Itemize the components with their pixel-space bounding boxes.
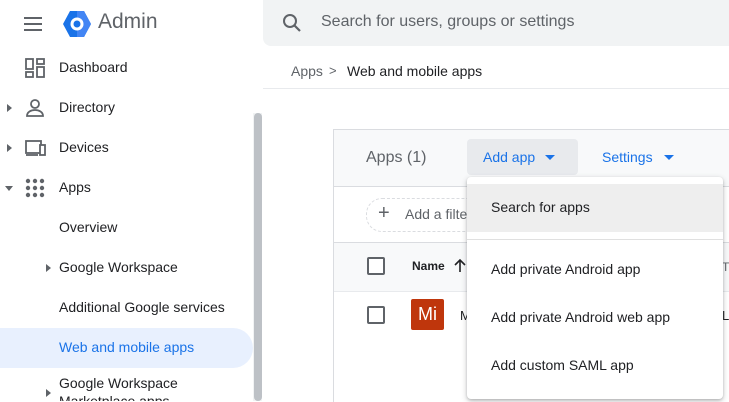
menu-item-label: Add private Android web app: [491, 309, 671, 325]
app-avatar: Mi: [411, 299, 444, 330]
collapse-caret-icon[interactable]: [5, 186, 13, 191]
sidebar-item-label: Google Workspace Marketplace apps: [59, 375, 178, 401]
person-icon: [24, 97, 46, 119]
menu-item-label: Add private Android app: [491, 261, 641, 277]
brand-title[interactable]: Admin: [98, 10, 158, 34]
sidebar-scrollbar[interactable]: [254, 113, 262, 401]
sidebar-item-directory[interactable]: Directory: [0, 88, 253, 128]
menu-item-label: Add custom SAML app: [491, 357, 634, 373]
column-header-type[interactable]: T: [722, 260, 729, 274]
breadcrumb-current: Web and mobile apps: [347, 63, 483, 79]
sidebar-item-web-mobile-apps[interactable]: Web and mobile apps: [0, 328, 253, 368]
sidebar-item-label: Overview: [59, 219, 118, 235]
admin-logo-icon[interactable]: [62, 10, 92, 38]
add-filter-icon[interactable]: +: [378, 203, 390, 223]
breadcrumb-separator: >: [329, 63, 337, 78]
expand-caret-icon[interactable]: [46, 264, 51, 272]
app-type-cell: L: [722, 308, 729, 323]
sidebar-item-label: Additional Google services: [59, 299, 225, 315]
breadcrumb-divider: [263, 88, 729, 89]
search-input[interactable]: Search for users, groups or settings: [321, 13, 574, 31]
add-filter-label[interactable]: Add a filter: [405, 206, 472, 222]
apps-count-title: Apps (1): [366, 149, 427, 166]
expand-caret-icon[interactable]: [7, 144, 12, 152]
row-checkbox[interactable]: [367, 306, 385, 324]
add-app-label[interactable]: Add app: [483, 149, 535, 165]
sidebar-item-devices[interactable]: Devices: [0, 128, 253, 168]
sort-ascending-icon[interactable]: [453, 257, 467, 273]
add-app-dropdown-icon[interactable]: [545, 155, 555, 160]
breadcrumb-apps-link[interactable]: Apps: [291, 63, 323, 79]
sidebar-item-label: Dashboard: [59, 59, 128, 75]
menu-item-search-for-apps[interactable]: Search for apps: [467, 184, 723, 232]
sidebar-item-label: Devices: [59, 139, 109, 155]
devices-icon: [24, 137, 46, 159]
settings-button[interactable]: Settings: [602, 149, 653, 165]
search-icon[interactable]: [281, 12, 303, 34]
sidebar-item-label: Directory: [59, 99, 116, 115]
menu-item-add-private-android-app[interactable]: Add private Android app: [467, 246, 723, 294]
sidebar-item-marketplace-apps[interactable]: Google Workspace Marketplace apps: [0, 370, 253, 401]
column-header-name[interactable]: Name: [412, 259, 445, 273]
menu-divider: [467, 239, 723, 240]
apps-grid-icon: [24, 177, 46, 199]
menu-item-add-custom-saml-app[interactable]: Add custom SAML app: [467, 342, 723, 390]
expand-caret-icon[interactable]: [7, 104, 12, 112]
sidebar-item-dashboard[interactable]: Dashboard: [0, 48, 253, 88]
sidebar-item-overview[interactable]: Overview: [0, 208, 253, 248]
add-app-menu: Search for apps Add private Android app …: [467, 177, 723, 399]
dashboard-icon: [24, 57, 46, 79]
menu-item-label: Search for apps: [491, 199, 590, 215]
settings-dropdown-icon[interactable]: [664, 155, 674, 160]
sidebar-item-label: Web and mobile apps: [59, 339, 195, 355]
sidebar-item-additional-services[interactable]: Additional Google services: [0, 288, 253, 328]
sidebar-item-apps[interactable]: Apps: [0, 168, 253, 208]
menu-item-add-private-android-web-app[interactable]: Add private Android web app: [467, 294, 723, 342]
sidebar-item-label: Apps: [59, 179, 91, 195]
expand-caret-icon[interactable]: [46, 389, 51, 397]
select-all-checkbox[interactable]: [367, 257, 385, 275]
sidebar-item-google-workspace[interactable]: Google Workspace: [0, 248, 253, 288]
sidebar-item-label: Google Workspace: [59, 259, 178, 275]
main-menu-icon[interactable]: [22, 13, 44, 35]
